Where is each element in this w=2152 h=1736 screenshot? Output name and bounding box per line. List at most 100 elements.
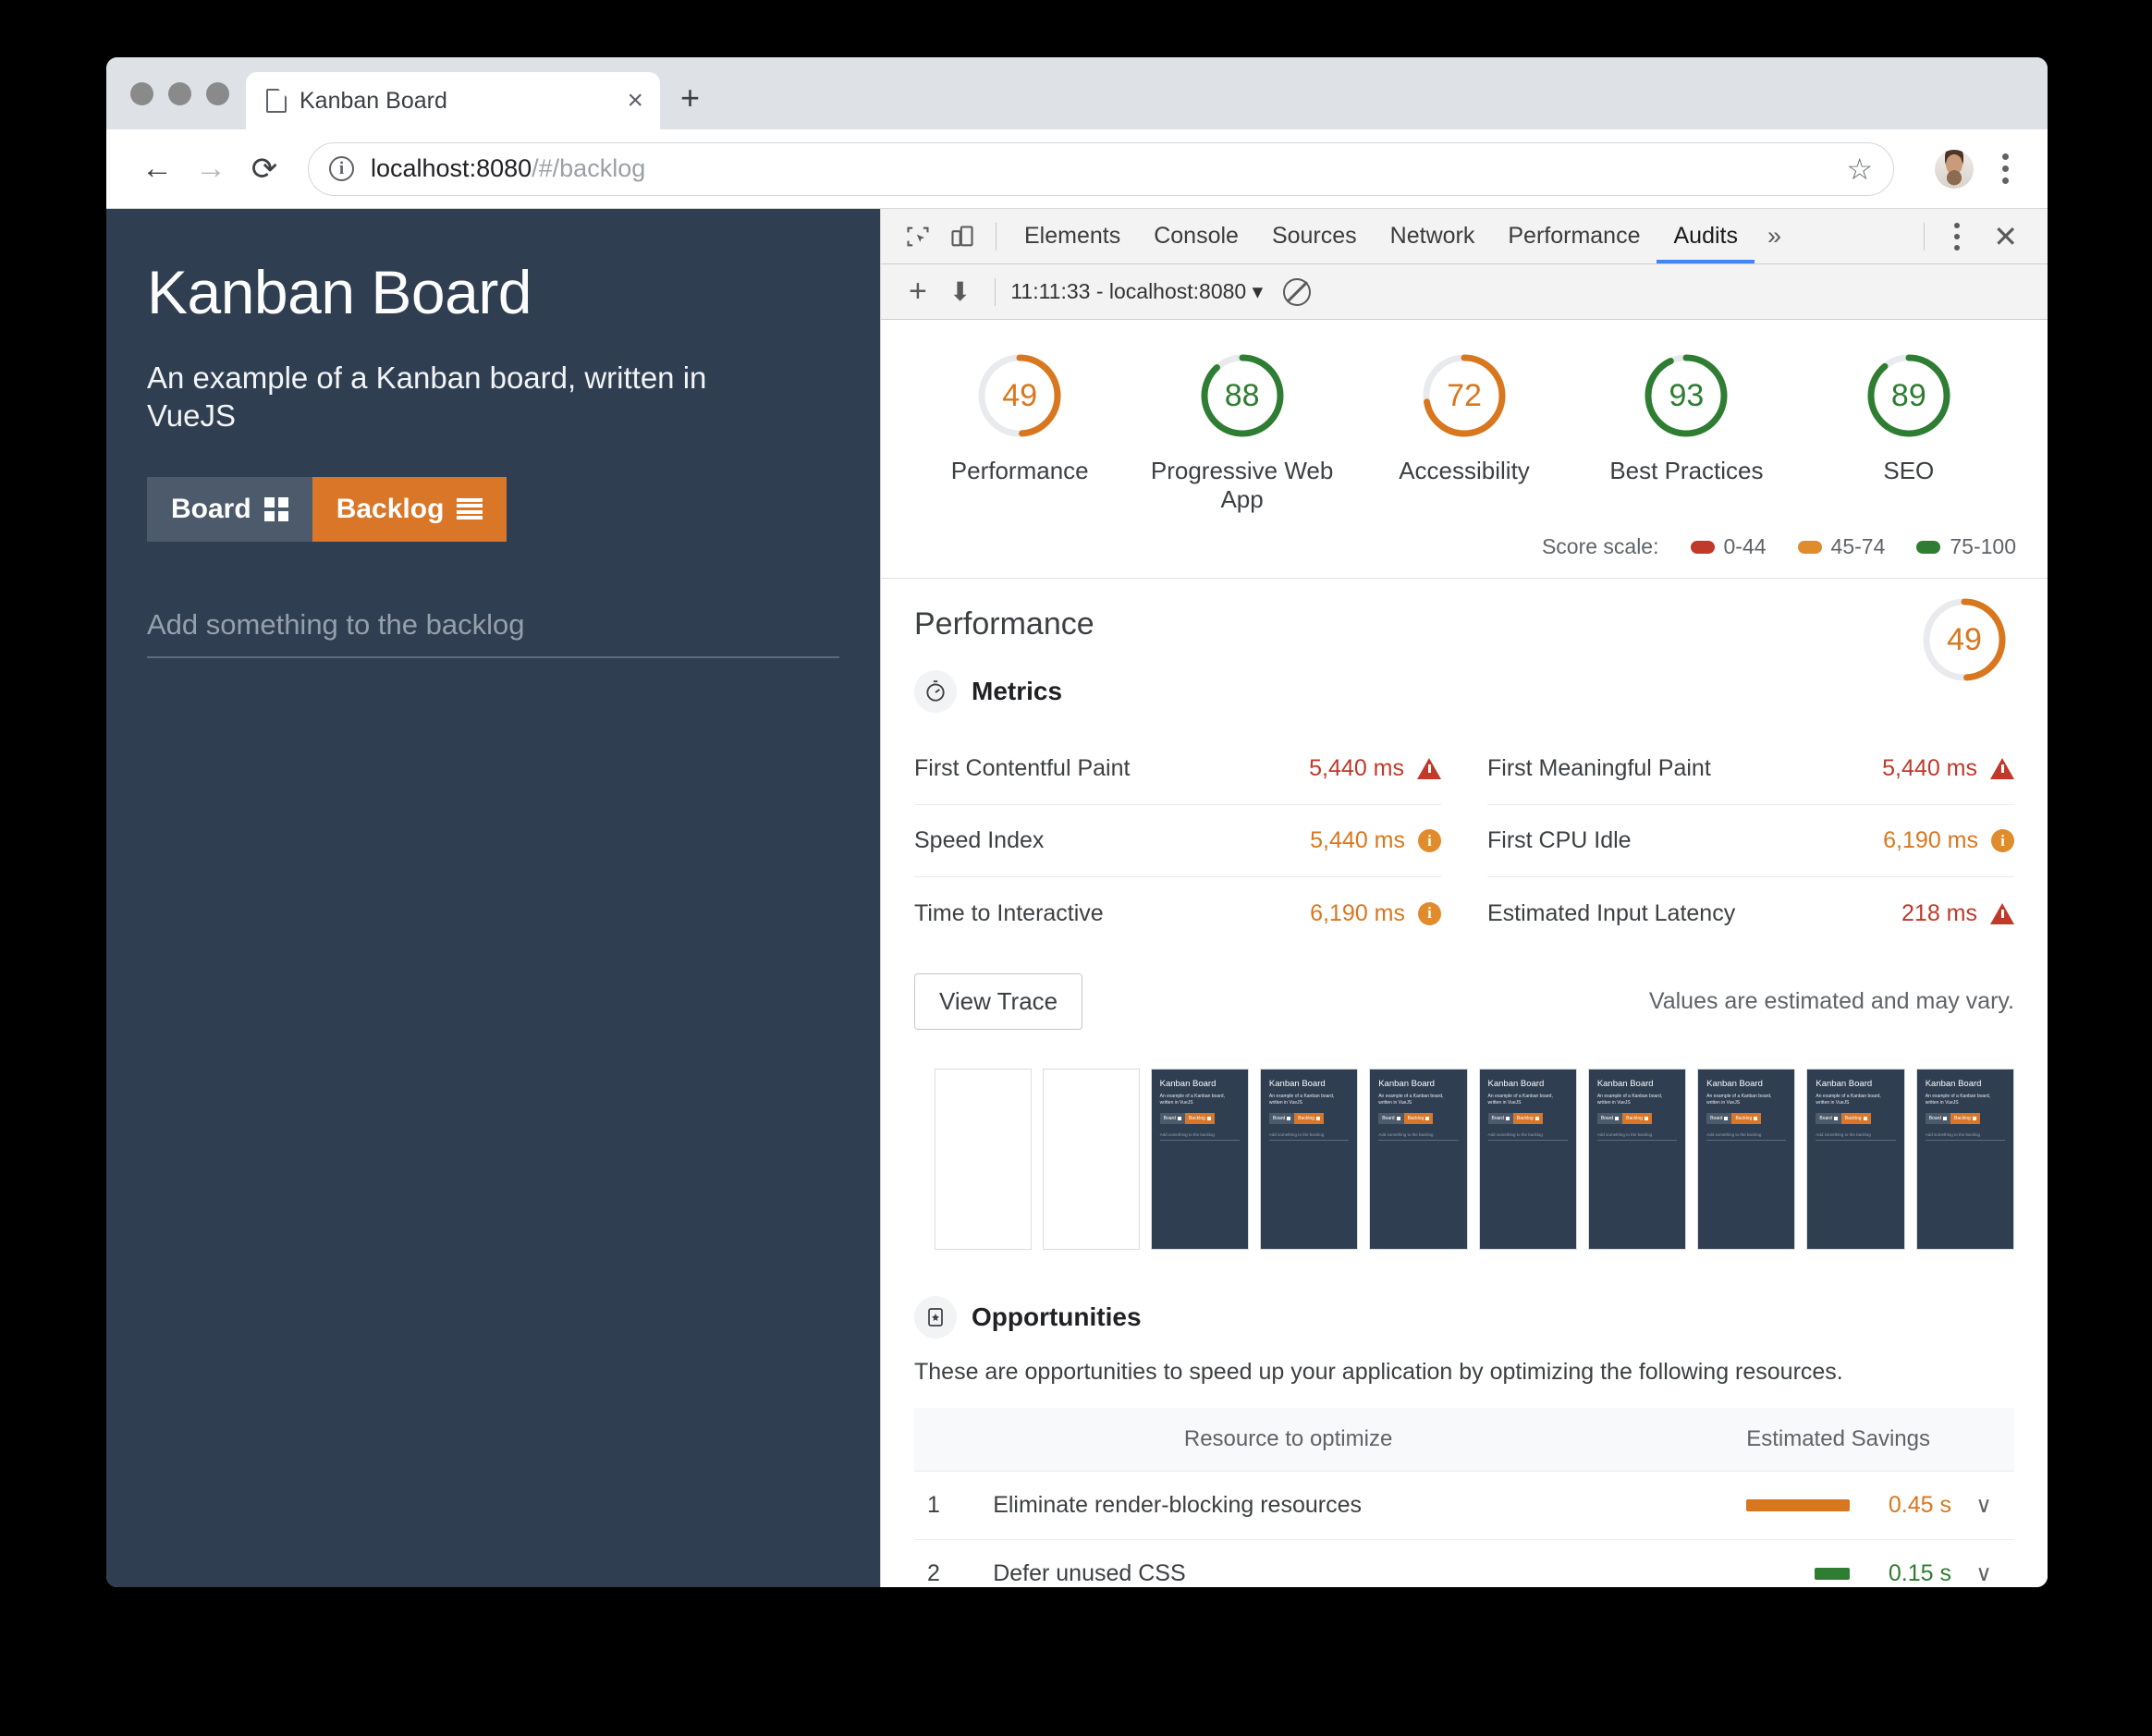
filmstrip-frame-blank[interactable]	[935, 1069, 1032, 1250]
avatar[interactable]	[1935, 150, 1974, 189]
savings-value: 0.45 s	[1866, 1492, 1951, 1519]
new-audit-icon[interactable]: +	[899, 274, 936, 310]
chrome-menu-icon[interactable]	[1987, 153, 2024, 184]
frame-subtitle: An example of a Kanban board, written in…	[1269, 1094, 1349, 1106]
reload-icon[interactable]: ⟳	[238, 142, 291, 196]
address-bar[interactable]: i localhost:8080/#/backlog ☆	[308, 142, 1894, 196]
content-area: Kanban Board An example of a Kanban boar…	[106, 209, 2048, 1587]
opportunities-table: Resource to optimize Estimated Savings 1…	[914, 1408, 2014, 1587]
metric-row[interactable]: First CPU Idle 6,190 ms i	[1487, 805, 2014, 877]
tab-console[interactable]: Console	[1137, 209, 1255, 263]
gauge-accessibility[interactable]: 72 Accessibility	[1353, 351, 1575, 514]
metrics-grid: First Contentful Paint 5,440 ms First Me…	[914, 733, 2014, 949]
tab-board[interactable]: Board	[147, 477, 312, 542]
frame-subtitle: An example of a Kanban board, written in…	[1488, 1094, 1568, 1106]
metric-row[interactable]: Speed Index 5,440 ms i	[914, 805, 1441, 877]
gauge-best-practices[interactable]: 93 Best Practices	[1575, 351, 1797, 514]
download-report-icon[interactable]: ⬇	[940, 276, 980, 307]
error-triangle-icon	[1990, 758, 2014, 779]
gauge-performance[interactable]: 49 Performance	[909, 351, 1131, 514]
metric-row[interactable]: First Contentful Paint 5,440 ms	[914, 733, 1441, 805]
metric-name: First CPU Idle	[1487, 827, 1883, 854]
close-window-button[interactable]	[130, 82, 153, 105]
metric-row[interactable]: Time to Interactive 6,190 ms i	[914, 877, 1441, 949]
frame-input: Add something to the backlog	[1378, 1132, 1458, 1141]
close-icon[interactable]: ×	[627, 87, 643, 115]
grid-icon	[264, 497, 288, 521]
more-tabs-icon[interactable]: »	[1755, 209, 1794, 263]
tab-backlog[interactable]: Backlog	[312, 477, 507, 542]
performance-section-gauge: 49	[1920, 595, 2009, 684]
minimize-window-button[interactable]	[168, 82, 191, 105]
kanban-nav-tabs: Board Backlog	[147, 477, 839, 542]
score-gauges: 49 Performance 88	[881, 351, 2048, 514]
inspect-element-icon[interactable]	[896, 216, 940, 257]
tab-sources[interactable]: Sources	[1255, 209, 1374, 263]
filmstrip-frame[interactable]: Kanban Board An example of a Kanban boar…	[1588, 1069, 1686, 1250]
view-trace-button[interactable]: View Trace	[914, 973, 1082, 1030]
metric-row[interactable]: First Meaningful Paint 5,440 ms	[1487, 733, 2014, 805]
filmstrip-frame[interactable]: Kanban Board An example of a Kanban boar…	[1151, 1069, 1249, 1250]
filmstrip-frame[interactable]: Kanban Board An example of a Kanban boar…	[1479, 1069, 1577, 1250]
gauge-seo[interactable]: 89 SEO	[1798, 351, 2020, 514]
filmstrip-frame[interactable]: Kanban Board An example of a Kanban boar…	[1369, 1069, 1467, 1250]
new-tab-button[interactable]: +	[680, 81, 700, 115]
frame-input: Add something to the backlog	[1160, 1132, 1240, 1141]
legend-dot-red	[1691, 541, 1715, 554]
audit-run-selector[interactable]: 11:11:33 - localhost:8080 ▾	[1010, 279, 1263, 304]
filmstrip-frame[interactable]: Kanban Board An example of a Kanban boar…	[1916, 1069, 2014, 1250]
frame-backlog-label: Backlog	[1189, 1116, 1205, 1121]
device-toolbar-icon[interactable]	[940, 216, 984, 257]
tab-network[interactable]: Network	[1374, 209, 1492, 263]
filmstrip-frame[interactable]: Kanban Board An example of a Kanban boar…	[1697, 1069, 1795, 1250]
tab-audits[interactable]: Audits	[1657, 209, 1754, 263]
table-row[interactable]: 1 Eliminate render-blocking resources 0.…	[914, 1472, 2014, 1540]
back-icon[interactable]: ←	[130, 142, 184, 196]
frame-buttons: Board Backlog	[1269, 1113, 1349, 1124]
tab-elements[interactable]: Elements	[1008, 209, 1137, 263]
frame-board-label: Board	[1164, 1116, 1176, 1121]
savings-value: 0.15 s	[1866, 1560, 1951, 1587]
gauge-score-best-practices: 93	[1642, 351, 1730, 440]
site-info-icon[interactable]: i	[329, 156, 354, 181]
maximize-window-button[interactable]	[206, 82, 229, 105]
browser-tab[interactable]: Kanban Board ×	[246, 72, 660, 129]
frame-backlog-button: Backlog	[1513, 1113, 1543, 1124]
filmstrip-frame-blank[interactable]	[1043, 1069, 1140, 1250]
toolbar-divider	[996, 223, 997, 251]
gauge-ring-seo: 89	[1865, 351, 1953, 440]
frame-board-button: Board	[1597, 1113, 1622, 1124]
gauge-pwa[interactable]: 88 Progressive Web App	[1131, 351, 1352, 514]
close-devtools-icon[interactable]: ✕	[1978, 219, 2033, 254]
devtools-menu-icon[interactable]	[1936, 223, 1978, 251]
tab-performance[interactable]: Performance	[1491, 209, 1657, 263]
metric-value: 6,190 ms	[1310, 900, 1405, 927]
forward-icon[interactable]: →	[184, 142, 238, 196]
metric-row[interactable]: Estimated Input Latency 218 ms	[1487, 877, 2014, 949]
filmstrip-frame[interactable]: Kanban Board An example of a Kanban boar…	[1806, 1069, 1904, 1250]
frame-title: Kanban Board	[1816, 1079, 1895, 1089]
chevron-down-icon[interactable]: ∨	[1968, 1492, 1999, 1519]
frame-buttons: Board Backlog	[1816, 1113, 1895, 1124]
subtoolbar-divider	[995, 278, 996, 306]
bookmark-star-icon[interactable]: ☆	[1846, 152, 1873, 187]
tab-title: Kanban Board	[300, 88, 614, 115]
frame-backlog-label: Backlog	[1408, 1116, 1424, 1121]
frame-backlog-label: Backlog	[1735, 1116, 1752, 1121]
frame-backlog-button: Backlog	[1185, 1113, 1215, 1124]
clear-audits-icon[interactable]	[1283, 278, 1311, 306]
frame-board-label: Board	[1601, 1116, 1613, 1121]
frame-board-label: Board	[1710, 1116, 1722, 1121]
page-icon	[266, 89, 287, 113]
metric-name: First Meaningful Paint	[1487, 755, 1882, 782]
legend-dot-green	[1916, 541, 1940, 554]
chevron-down-icon[interactable]: ∨	[1968, 1560, 1999, 1587]
table-row[interactable]: 2 Defer unused CSS 0.15 s ∨	[914, 1540, 2014, 1588]
filmstrip-frame[interactable]: Kanban Board An example of a Kanban boar…	[1260, 1069, 1358, 1250]
frame-buttons: Board Backlog	[1488, 1113, 1568, 1124]
kanban-page: Kanban Board An example of a Kanban boar…	[106, 209, 880, 1587]
backlog-input[interactable]	[147, 608, 839, 642]
frame-buttons: Board Backlog	[1597, 1113, 1677, 1124]
frame-board-button: Board	[1378, 1113, 1403, 1124]
frame-backlog-label: Backlog	[1954, 1116, 1971, 1121]
